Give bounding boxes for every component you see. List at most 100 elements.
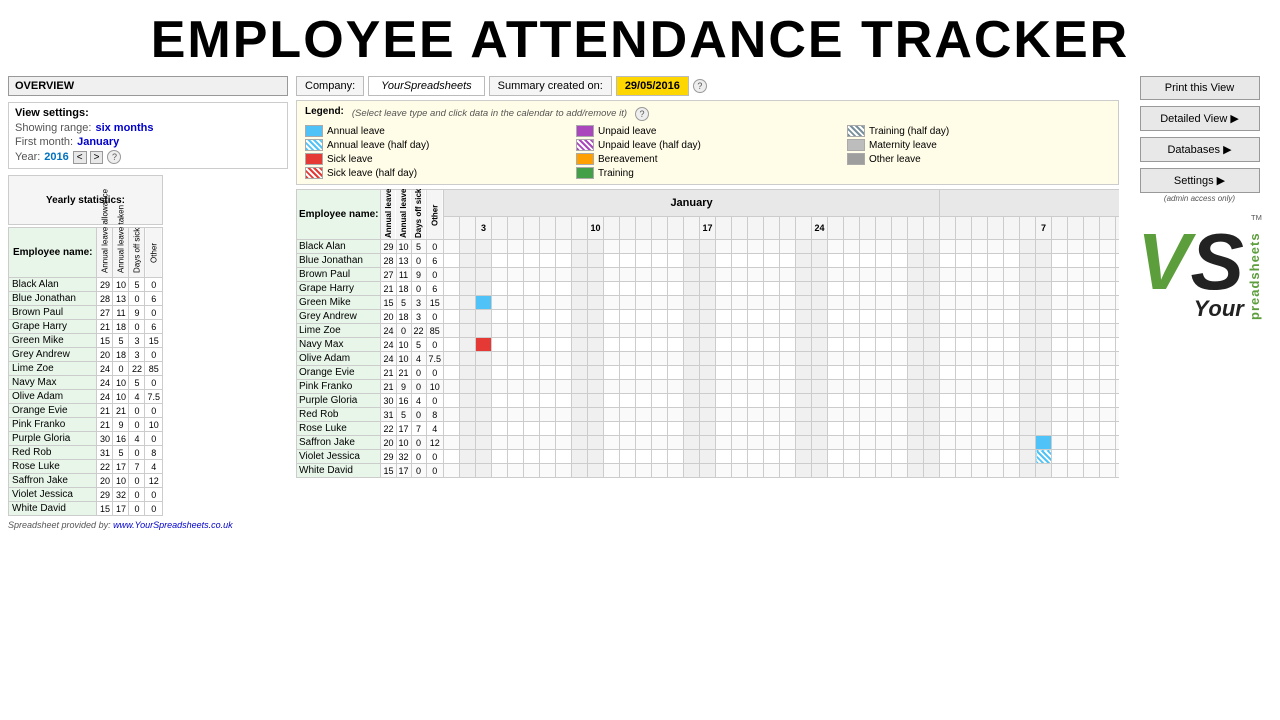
cell-2-m1-d3[interactable] [972,268,988,282]
cell-14-m0-d27[interactable] [860,436,876,450]
cell-7-m0-d23[interactable] [796,338,812,352]
cell-4-m0-d10[interactable] [588,296,604,310]
cell-9-m1-d11[interactable] [1100,366,1116,380]
cell-11-m0-d12[interactable] [620,394,636,408]
cell-14-m0-d7[interactable] [540,436,556,450]
cell-15-m0-d10[interactable] [588,450,604,464]
cell-8-m1-d10[interactable] [1084,352,1100,366]
cell-12-m0-d8[interactable] [556,408,572,422]
cell-10-m0-d9[interactable] [572,380,588,394]
cell-11-m0-d3[interactable] [476,394,492,408]
cell-12-m1-d3[interactable] [972,408,988,422]
cell-10-m0-d13[interactable] [636,380,652,394]
cell-3-m1-d3[interactable] [972,282,988,296]
cell-2-m0-d18[interactable] [716,268,732,282]
cell-1-m0-d23[interactable] [796,254,812,268]
cell-6-m1-d4[interactable] [988,324,1004,338]
cell-9-m1-d3[interactable] [972,366,988,380]
cell-1-m0-d27[interactable] [860,254,876,268]
cell-9-m0-d25[interactable] [828,366,844,380]
cell-15-m0-d7[interactable] [540,450,556,464]
cell-4-m0-d20[interactable] [748,296,764,310]
cell-3-m0-d19[interactable] [732,282,748,296]
cell-1-m0-d30[interactable] [908,254,924,268]
cell-0-m1-d12[interactable] [1116,240,1119,254]
cell-15-m0-d6[interactable] [524,450,540,464]
cell-1-m1-d9[interactable] [1068,254,1084,268]
databases-button[interactable]: Databases ▶ [1140,137,1260,162]
cell-16-m1-d12[interactable] [1116,464,1119,478]
cell-8-m0-d24[interactable] [812,352,828,366]
cell-14-m0-d18[interactable] [716,436,732,450]
cell-6-m0-d22[interactable] [780,324,796,338]
cell-14-m0-d21[interactable] [764,436,780,450]
cell-4-m0-d31[interactable] [924,296,940,310]
cell-9-m0-d29[interactable] [892,366,908,380]
cell-5-m0-d21[interactable] [764,310,780,324]
cell-3-m1-d6[interactable] [1020,282,1036,296]
cell-15-m1-d9[interactable] [1068,450,1084,464]
cell-7-m0-d21[interactable] [764,338,780,352]
cell-6-m0-d8[interactable] [556,324,572,338]
cell-10-m0-d19[interactable] [732,380,748,394]
cell-8-m1-d7[interactable] [1036,352,1052,366]
cell-16-m0-d9[interactable] [572,464,588,478]
cell-7-m0-d8[interactable] [556,338,572,352]
cell-11-m0-d22[interactable] [780,394,796,408]
cell-13-m0-d23[interactable] [796,422,812,436]
cell-10-m1-d5[interactable] [1004,380,1020,394]
cell-6-m0-d18[interactable] [716,324,732,338]
cell-4-m0-d24[interactable] [812,296,828,310]
cell-2-m0-d13[interactable] [636,268,652,282]
cell-3-m1-d9[interactable] [1068,282,1084,296]
cell-8-m0-d1[interactable] [444,352,460,366]
cell-11-m1-d12[interactable] [1116,394,1119,408]
cell-1-m0-d29[interactable] [892,254,908,268]
cell-10-m1-d10[interactable] [1084,380,1100,394]
cell-0-m0-d1[interactable] [444,240,460,254]
cell-4-m1-d11[interactable] [1100,296,1116,310]
cell-9-m0-d28[interactable] [876,366,892,380]
cell-13-m0-d12[interactable] [620,422,636,436]
cell-8-m0-d11[interactable] [604,352,620,366]
footer-link[interactable]: www.YourSpreadsheets.co.uk [113,520,233,530]
cell-5-m0-d13[interactable] [636,310,652,324]
cell-9-m0-d21[interactable] [764,366,780,380]
cell-16-m0-d26[interactable] [844,464,860,478]
cell-3-m0-d7[interactable] [540,282,556,296]
cell-8-m0-d14[interactable] [652,352,668,366]
cell-4-m0-d12[interactable] [620,296,636,310]
cell-15-m1-d1[interactable] [940,450,956,464]
cell-7-m0-d3[interactable] [476,338,492,352]
cell-13-m0-d20[interactable] [748,422,764,436]
cell-14-m0-d23[interactable] [796,436,812,450]
cell-12-m1-d1[interactable] [940,408,956,422]
cell-16-m0-d14[interactable] [652,464,668,478]
cell-7-m1-d3[interactable] [972,338,988,352]
cell-4-m0-d28[interactable] [876,296,892,310]
cell-11-m0-d25[interactable] [828,394,844,408]
cell-2-m0-d29[interactable] [892,268,908,282]
cell-8-m1-d8[interactable] [1052,352,1068,366]
cell-7-m0-d26[interactable] [844,338,860,352]
cell-0-m0-d8[interactable] [556,240,572,254]
cell-13-m0-d31[interactable] [924,422,940,436]
cell-11-m0-d19[interactable] [732,394,748,408]
cell-12-m1-d11[interactable] [1100,408,1116,422]
cell-1-m1-d1[interactable] [940,254,956,268]
cell-8-m0-d20[interactable] [748,352,764,366]
cell-6-m0-d29[interactable] [892,324,908,338]
cell-11-m1-d4[interactable] [988,394,1004,408]
cell-7-m1-d6[interactable] [1020,338,1036,352]
cell-8-m0-d22[interactable] [780,352,796,366]
cell-14-m0-d9[interactable] [572,436,588,450]
cell-13-m0-d5[interactable] [508,422,524,436]
cell-7-m0-d9[interactable] [572,338,588,352]
cell-11-m0-d5[interactable] [508,394,524,408]
cell-13-m0-d14[interactable] [652,422,668,436]
cell-11-m0-d7[interactable] [540,394,556,408]
cell-3-m1-d8[interactable] [1052,282,1068,296]
cell-3-m1-d11[interactable] [1100,282,1116,296]
cell-1-m1-d6[interactable] [1020,254,1036,268]
cell-5-m1-d9[interactable] [1068,310,1084,324]
